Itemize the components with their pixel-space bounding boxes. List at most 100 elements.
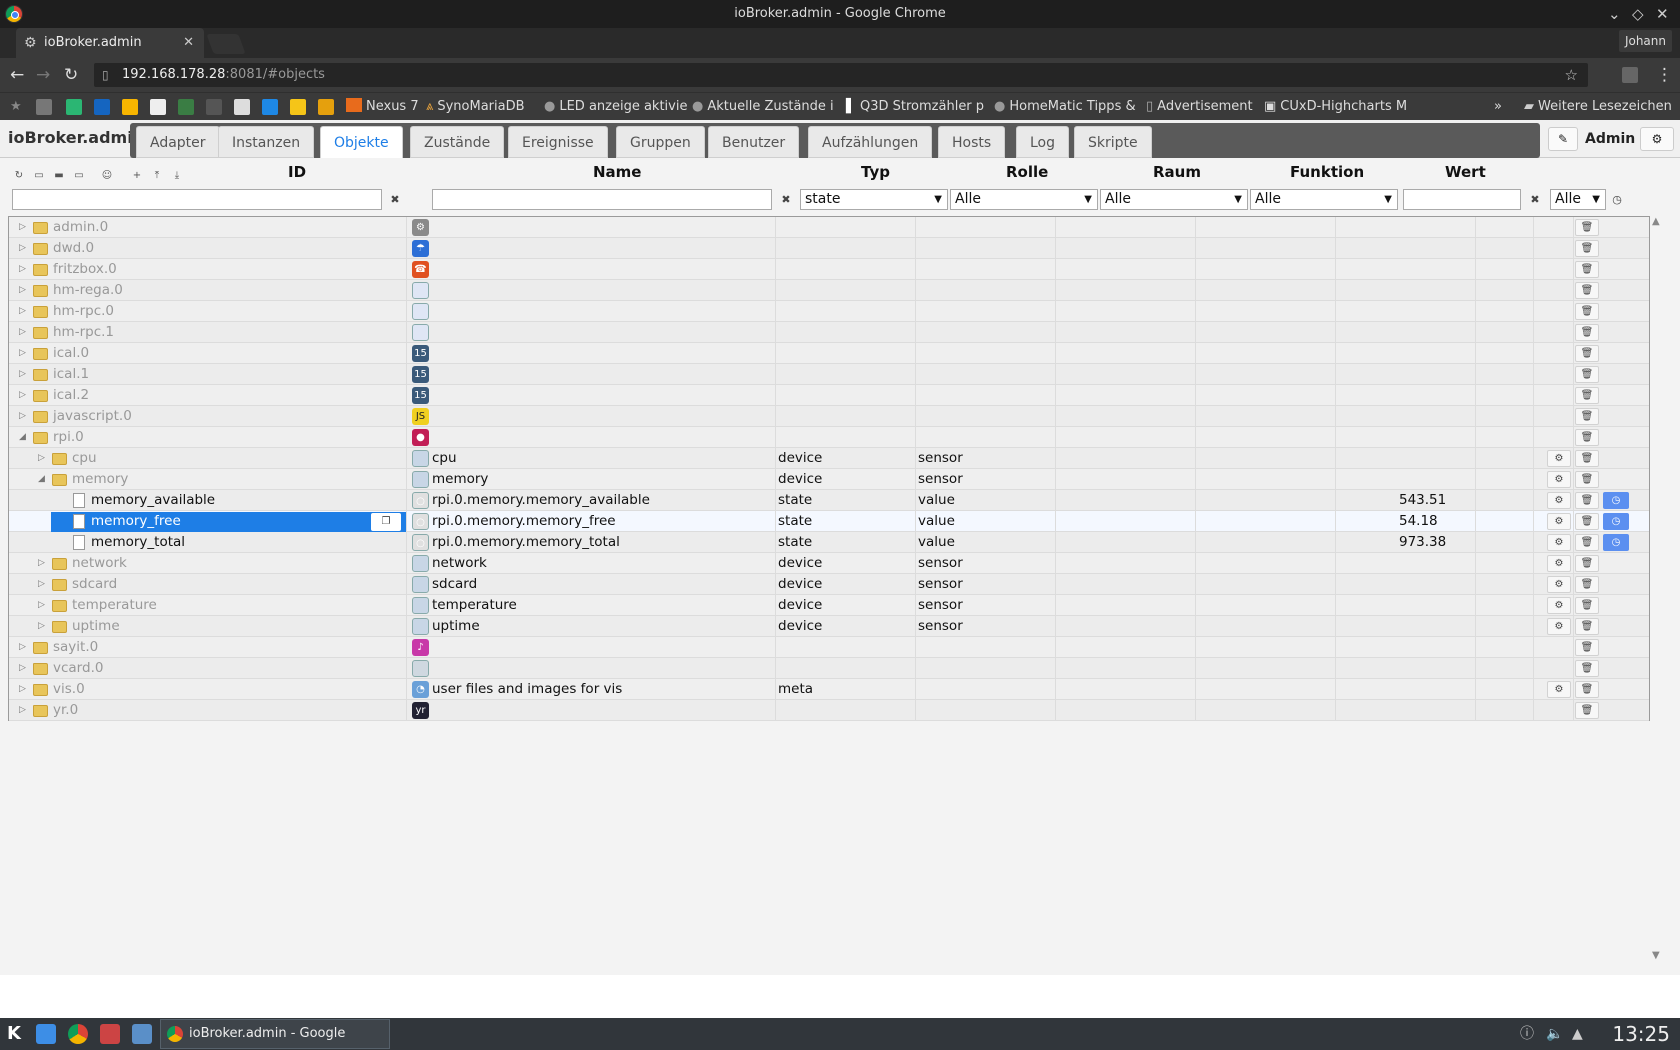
delete-object-button[interactable]: 🗑: [1575, 702, 1599, 719]
table-row[interactable]: ▷ hm-rpc.1 🗑: [9, 322, 1649, 343]
table-row[interactable]: ▷ fritzbox.0 ☎ 🗑: [9, 259, 1649, 280]
column-header-type[interactable]: Typ: [861, 163, 890, 181]
table-row[interactable]: ▷ ical.2 15 🗑: [9, 385, 1649, 406]
tab-instanzen[interactable]: Instanzen: [218, 126, 315, 158]
tab-benutzer[interactable]: Benutzer: [708, 126, 800, 158]
column-header-id[interactable]: ID: [288, 163, 306, 181]
delete-object-button[interactable]: 🗑: [1575, 366, 1599, 383]
tab-aufzaehlungen[interactable]: Aufzählungen: [808, 126, 933, 158]
bookmark-cuxd[interactable]: ▣ CUxD-Highcharts M: [1264, 93, 1407, 121]
table-row[interactable]: ▷ sdcard sdcard device sensor ⚙ 🗑: [9, 574, 1649, 595]
collapsed-arrow-icon[interactable]: ▷: [19, 322, 26, 343]
table-row[interactable]: ❐ memory_free ○ rpi.0.memory.memory_free sta…: [9, 511, 1649, 532]
back-icon[interactable]: ←: [10, 58, 24, 92]
bookmark-icon[interactable]: [206, 99, 222, 115]
extension-icon[interactable]: [1622, 67, 1638, 83]
close-tab-icon[interactable]: ✕: [183, 28, 194, 58]
column-header-room[interactable]: Raum: [1153, 163, 1201, 181]
close-window-icon[interactable]: ✕: [1656, 0, 1669, 28]
bookmark-icon[interactable]: [262, 99, 278, 115]
bookmark-synomariadb[interactable]: ⩓ SynoMariaDB: [426, 93, 525, 121]
role-filter-select[interactable]: Alle ▼: [950, 189, 1098, 210]
edit-object-button[interactable]: ⚙: [1547, 681, 1571, 698]
delete-object-button[interactable]: 🗑: [1575, 345, 1599, 362]
function-filter-select[interactable]: Alle ▼: [1250, 189, 1398, 210]
scroll-down-icon[interactable]: ▼: [1652, 950, 1660, 961]
download-icon[interactable]: ⤓: [168, 168, 186, 183]
clear-name-filter-icon[interactable]: ✖: [777, 190, 795, 210]
bookmark-zustaende[interactable]: ● Aktuelle Zustände i: [692, 93, 834, 121]
table-row[interactable]: memory_available ○ rpi.0.memory.memory_ava…: [9, 490, 1649, 511]
tab-hosts[interactable]: Hosts: [938, 126, 1006, 158]
room-filter-select[interactable]: Alle ▼: [1100, 189, 1248, 210]
table-row[interactable]: ▷ ical.1 15 🗑: [9, 364, 1649, 385]
delete-object-button[interactable]: 🗑: [1575, 408, 1599, 425]
table-row[interactable]: memory_total ○ rpi.0.memory.memory_total st…: [9, 532, 1649, 553]
history-button[interactable]: ◷: [1603, 534, 1629, 551]
reload-icon[interactable]: ↻: [64, 58, 78, 92]
edit-object-button[interactable]: ⚙: [1547, 576, 1571, 593]
delete-object-button[interactable]: 🗑: [1575, 618, 1599, 635]
delete-object-button[interactable]: 🗑: [1575, 471, 1599, 488]
table-row[interactable]: ▷ yr.0 yr 🗑: [9, 700, 1649, 721]
table-row[interactable]: ▷ vcard.0 🗑: [9, 658, 1649, 679]
tab-gruppen[interactable]: Gruppen: [616, 126, 705, 158]
collapsed-arrow-icon[interactable]: ▷: [19, 280, 26, 301]
bookmark-icon[interactable]: [66, 99, 82, 115]
imdb-icon[interactable]: [290, 99, 306, 115]
value-filter-select[interactable]: Alle ▼: [1550, 189, 1606, 210]
chrome-icon[interactable]: [68, 1024, 88, 1044]
table-row[interactable]: ◢ memory memory device sensor ⚙ 🗑: [9, 469, 1649, 490]
bookmark-homematic[interactable]: ● HomeMatic Tipps &: [994, 93, 1136, 121]
collapsed-arrow-icon[interactable]: ▷: [19, 406, 26, 427]
profile-button[interactable]: Johann: [1618, 30, 1672, 52]
list-view-icon[interactable]: ▭: [30, 168, 48, 183]
bookmark-icon[interactable]: [122, 99, 138, 115]
delete-object-button[interactable]: 🗑: [1575, 555, 1599, 572]
file-manager-icon[interactable]: [36, 1024, 56, 1044]
bookmark-led[interactable]: ● LED anzeige aktivie: [544, 93, 687, 121]
scroll-up-icon[interactable]: ▲: [1652, 216, 1660, 227]
refresh-icon[interactable]: ↻: [10, 168, 28, 183]
table-row[interactable]: ▷ javascript.0 JS 🗑: [9, 406, 1649, 427]
user-icon[interactable]: ☺: [98, 168, 116, 183]
delete-object-button[interactable]: 🗑: [1575, 660, 1599, 677]
volume-icon[interactable]: 🔈: [1546, 1018, 1563, 1050]
bookmark-nexus7[interactable]: Nexus 7: [346, 93, 419, 121]
delete-object-button[interactable]: 🗑: [1575, 513, 1599, 530]
edit-object-button[interactable]: ⚙: [1547, 618, 1571, 635]
collapsed-arrow-icon[interactable]: ▷: [19, 259, 26, 280]
collapsed-arrow-icon[interactable]: ▷: [38, 553, 45, 574]
delete-object-button[interactable]: 🗑: [1575, 576, 1599, 593]
table-row[interactable]: ▷ hm-rpc.0 🗑: [9, 301, 1649, 322]
collapsed-arrow-icon[interactable]: ▷: [38, 448, 45, 469]
table-row[interactable]: ▷ cpu cpu device sensor ⚙ 🗑: [9, 448, 1649, 469]
value-filter-input[interactable]: [1403, 189, 1521, 210]
column-header-value[interactable]: Wert: [1445, 163, 1486, 181]
delete-object-button[interactable]: 🗑: [1575, 303, 1599, 320]
collapsed-arrow-icon[interactable]: ▷: [19, 637, 26, 658]
id-filter-input[interactable]: [12, 189, 382, 210]
tab-objekte[interactable]: Objekte: [320, 126, 403, 158]
folder-app-icon[interactable]: [132, 1024, 152, 1044]
delete-object-button[interactable]: 🗑: [1575, 639, 1599, 656]
settings-bookmark-icon[interactable]: [36, 99, 52, 115]
forward-icon[interactable]: →: [36, 58, 50, 92]
delete-object-button[interactable]: 🗑: [1575, 219, 1599, 236]
table-row[interactable]: ▷ ical.0 15 🗑: [9, 343, 1649, 364]
table-row[interactable]: ▷ dwd.0 ☂ 🗑: [9, 238, 1649, 259]
kde-menu-icon[interactable]: K: [4, 1024, 24, 1044]
more-bookmarks[interactable]: ▰ Weitere Lesezeichen: [1524, 93, 1672, 121]
type-filter-select[interactable]: state ▼: [800, 189, 948, 210]
edit-object-button[interactable]: ⚙: [1547, 513, 1571, 530]
delete-object-button[interactable]: 🗑: [1575, 429, 1599, 446]
bookmark-advertisement[interactable]: ▯ Advertisement: [1146, 93, 1253, 121]
delete-object-button[interactable]: 🗑: [1575, 450, 1599, 467]
collapsed-arrow-icon[interactable]: ▷: [19, 658, 26, 679]
collapsed-arrow-icon[interactable]: ▷: [19, 343, 26, 364]
column-header-name[interactable]: Name: [593, 163, 641, 181]
tab-adapter[interactable]: Adapter: [136, 126, 220, 158]
expanded-arrow-icon[interactable]: ◢: [38, 469, 45, 490]
column-header-function[interactable]: Funktion: [1290, 163, 1364, 181]
settings-button[interactable]: ⚙: [1640, 127, 1674, 151]
